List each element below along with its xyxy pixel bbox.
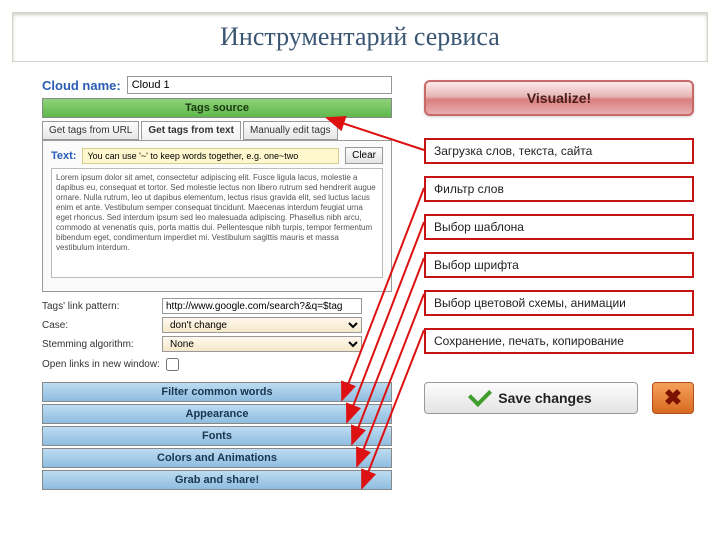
- cloud-name-input[interactable]: [127, 76, 392, 94]
- accordion-fonts[interactable]: Fonts: [42, 426, 392, 446]
- tag-options: Tags' link pattern: Case: don't change S…: [42, 298, 392, 374]
- annot-filter: Фильтр слов: [424, 176, 694, 202]
- right-column: Visualize! Загрузка слов, текста, сайта …: [424, 80, 694, 414]
- stemming-label: Stemming algorithm:: [42, 339, 162, 350]
- clear-button[interactable]: Clear: [345, 147, 383, 164]
- case-label: Case:: [42, 320, 162, 331]
- text-area[interactable]: [51, 168, 383, 278]
- link-pattern-label: Tags' link pattern:: [42, 301, 162, 312]
- tags-source-tabs: Get tags from URL Get tags from text Man…: [42, 121, 392, 140]
- visualize-button[interactable]: Visualize!: [424, 80, 694, 116]
- annot-font: Выбор шрифта: [424, 252, 694, 278]
- accordion-filter[interactable]: Filter common words: [42, 382, 392, 402]
- accordion-appearance[interactable]: Appearance: [42, 404, 392, 424]
- tab-manual[interactable]: Manually edit tags: [243, 121, 338, 140]
- text-panel: Text: You can use '~' to keep words toge…: [42, 140, 392, 292]
- close-icon: ✖: [664, 385, 682, 411]
- cloud-name-label: Cloud name:: [42, 78, 121, 93]
- stemming-select[interactable]: None: [162, 336, 362, 352]
- app-body: Cloud name: Tags source Get tags from UR…: [12, 70, 708, 528]
- text-label: Text:: [51, 150, 76, 162]
- save-changes-button[interactable]: Save changes: [424, 382, 638, 414]
- tab-url[interactable]: Get tags from URL: [42, 121, 139, 140]
- save-row: Save changes ✖: [424, 382, 694, 414]
- tab-text[interactable]: Get tags from text: [141, 121, 241, 140]
- cancel-button[interactable]: ✖: [652, 382, 694, 414]
- page-title: Инструментарий сервиса: [220, 22, 500, 52]
- accordion-colors[interactable]: Colors and Animations: [42, 448, 392, 468]
- accordion-grab[interactable]: Grab and share!: [42, 470, 392, 490]
- link-pattern-input[interactable]: [162, 298, 362, 314]
- annot-save: Сохранение, печать, копирование: [424, 328, 694, 354]
- page-title-bar: Инструментарий сервиса: [12, 12, 708, 62]
- annot-template: Выбор шаблона: [424, 214, 694, 240]
- annot-load: Загрузка слов, текста, сайта: [424, 138, 694, 164]
- newwin-checkbox[interactable]: [166, 358, 179, 371]
- newwin-label: Open links in new window:: [42, 359, 162, 370]
- save-label: Save changes: [498, 390, 591, 406]
- left-column: Cloud name: Tags source Get tags from UR…: [42, 76, 392, 490]
- cloud-name-row: Cloud name:: [42, 76, 392, 94]
- text-hint: You can use '~' to keep words together, …: [82, 148, 339, 164]
- case-select[interactable]: don't change: [162, 317, 362, 333]
- check-icon: [470, 388, 490, 409]
- annotation-stack: Загрузка слов, текста, сайта Фильтр слов…: [424, 138, 694, 354]
- annot-colors: Выбор цветовой схемы, анимации: [424, 290, 694, 316]
- tags-source-header[interactable]: Tags source: [42, 98, 392, 118]
